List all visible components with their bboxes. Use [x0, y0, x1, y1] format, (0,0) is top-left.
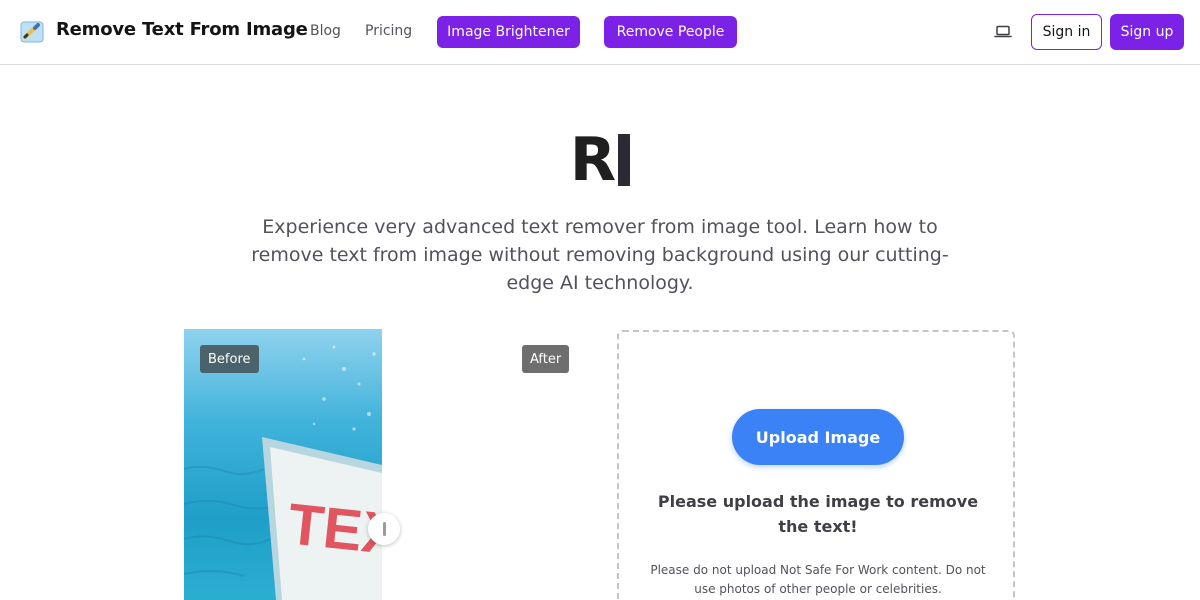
nav-pricing-link[interactable]: Pricing	[365, 23, 412, 39]
pencil-eraser-logo-icon[interactable]	[20, 20, 44, 44]
sign-in-button[interactable]: Sign in	[1031, 14, 1102, 50]
remove-people-button[interactable]: Remove People	[604, 16, 737, 48]
hero-title: R	[0, 124, 1200, 196]
nav-blog-link[interactable]: Blog	[310, 23, 341, 39]
laptop-icon[interactable]	[994, 24, 1012, 40]
grip-icon	[382, 522, 386, 536]
compare-slider-handle[interactable]	[368, 513, 400, 545]
before-after-comparison[interactable]: TEX Before After	[184, 329, 584, 600]
after-label: After	[522, 345, 570, 373]
upload-policy-note: Please do not upload Not Safe For Work c…	[650, 563, 986, 596]
upload-dropzone[interactable]: Upload Image Please upload the image to …	[617, 330, 1015, 600]
brand-name[interactable]: Remove Text From Image	[56, 19, 308, 40]
top-navbar: Remove Text From Image Blog Pricing Imag…	[0, 0, 1200, 65]
upload-instruction: Please upload the image to remove the te…	[657, 492, 979, 536]
typing-cursor	[618, 134, 631, 186]
hero-title-text: R	[569, 125, 617, 195]
hero-subtitle: Experience very advanced text remover fr…	[251, 216, 949, 294]
before-label: Before	[200, 345, 259, 373]
sign-up-button[interactable]: Sign up	[1110, 14, 1184, 50]
upload-image-button[interactable]: Upload Image	[732, 409, 904, 465]
image-brightener-button[interactable]: Image Brightener	[437, 16, 580, 48]
